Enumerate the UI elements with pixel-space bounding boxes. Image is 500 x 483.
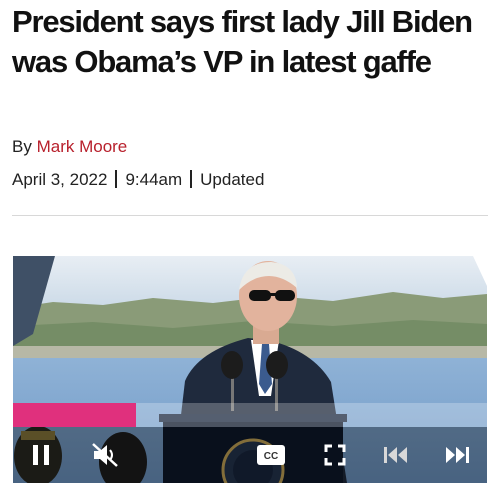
meta-separator bbox=[115, 170, 118, 188]
pause-icon bbox=[33, 445, 49, 465]
skip-forward-icon bbox=[446, 447, 469, 463]
video-player[interactable]: CC bbox=[13, 256, 487, 483]
captions-icon: CC bbox=[257, 445, 285, 465]
video-progress-bar[interactable] bbox=[13, 403, 487, 427]
author-link[interactable]: Mark Moore bbox=[37, 137, 128, 156]
meta-separator bbox=[190, 170, 193, 188]
publish-time: 9:44am bbox=[125, 170, 183, 189]
skip-back-icon bbox=[384, 447, 407, 463]
video-progress-fill bbox=[13, 403, 137, 427]
mute-button[interactable] bbox=[85, 437, 125, 473]
publish-date: April 3, 2022 bbox=[12, 170, 108, 189]
captions-button[interactable]: CC bbox=[251, 437, 291, 473]
fullscreen-icon bbox=[324, 444, 346, 466]
article-meta: April 3, 2022 9:44am Updated bbox=[12, 170, 264, 190]
byline-prefix: By bbox=[12, 137, 32, 156]
pause-button[interactable] bbox=[21, 437, 61, 473]
skip-forward-button[interactable] bbox=[437, 437, 477, 473]
video-controls: CC bbox=[13, 427, 487, 483]
article-headline: President says first lady Jill Biden was… bbox=[12, 4, 473, 79]
skip-back-button[interactable] bbox=[376, 437, 416, 473]
svg-text:CC: CC bbox=[264, 451, 278, 462]
divider bbox=[12, 215, 488, 216]
byline: By Mark Moore bbox=[12, 137, 127, 157]
mute-icon bbox=[92, 443, 118, 467]
updated-label: Updated bbox=[200, 170, 265, 189]
fullscreen-button[interactable] bbox=[315, 437, 355, 473]
